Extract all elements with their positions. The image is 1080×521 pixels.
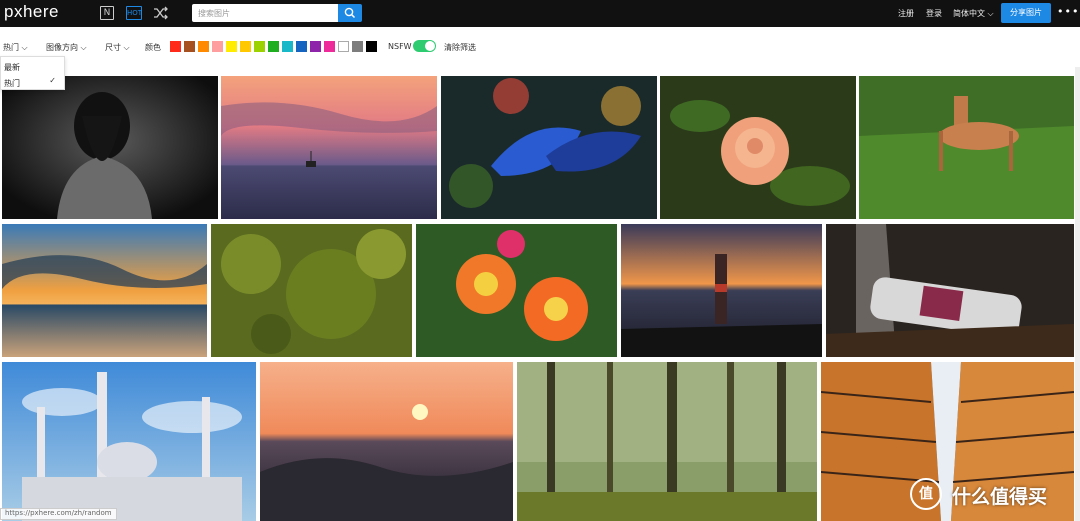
photo-mosque[interactable] — [2, 362, 256, 521]
size-filter[interactable]: 尺寸 ⌵ — [105, 42, 130, 53]
scrollbar[interactable] — [1075, 67, 1080, 521]
color-swatch[interactable] — [324, 41, 335, 52]
color-filter-label: 颜色 — [145, 43, 161, 52]
color-swatch[interactable] — [282, 41, 293, 52]
watermark-badge: 值 — [910, 478, 942, 510]
photo-ocean-wave[interactable] — [260, 362, 513, 521]
search-input[interactable] — [192, 4, 338, 22]
sort-filter[interactable]: 热门 ⌵ — [3, 42, 28, 53]
photo-smirnoff-bottle[interactable] — [826, 224, 1074, 357]
color-swatch[interactable] — [310, 41, 321, 52]
color-swatch[interactable] — [254, 41, 265, 52]
photo-woman-back[interactable] — [2, 76, 218, 219]
color-swatch[interactable] — [226, 41, 237, 52]
photo-lighthouse[interactable] — [621, 224, 822, 357]
register-link[interactable]: 注册 — [898, 8, 914, 19]
watermark-text: 什么值得买 — [952, 486, 1048, 508]
check-icon: ✓ — [49, 76, 56, 85]
nsfw-label: NSFW — [388, 42, 412, 51]
watermark: 值 什么值得买 — [908, 474, 1080, 514]
sort-option-popular[interactable]: 热门 — [4, 78, 20, 89]
photo-blue-leaf[interactable] — [441, 76, 657, 219]
search-icon — [344, 7, 356, 19]
photo-green-bush[interactable] — [211, 224, 412, 357]
color-swatch[interactable] — [366, 41, 377, 52]
status-bar-url: https://pxhere.com/zh/random — [0, 508, 117, 520]
login-link[interactable]: 登录 — [926, 8, 942, 19]
photo-sunset-beach[interactable] — [2, 224, 207, 357]
color-swatch[interactable] — [184, 41, 195, 52]
sort-option-latest[interactable]: 最新 — [4, 62, 20, 73]
color-swatch[interactable] — [296, 41, 307, 52]
photo-deer[interactable] — [859, 76, 1074, 219]
color-swatch[interactable] — [240, 41, 251, 52]
hot-icon[interactable]: HOT — [126, 6, 142, 20]
color-swatch[interactable] — [268, 41, 279, 52]
filter-bar: 热门 ⌵ 图像方向 ⌵ 尺寸 ⌵ 颜色 NSFW 清除筛选 — [0, 27, 1080, 67]
photo-peach-rose[interactable] — [660, 76, 856, 219]
top-bar: pxhere N HOT 注册 登录 简体中文 ⌵ 分享图片 ••• — [0, 0, 1080, 27]
color-swatch[interactable] — [170, 41, 181, 52]
photo-sunset-sailboat[interactable] — [221, 76, 437, 219]
color-swatch[interactable] — [352, 41, 363, 52]
sort-dropdown-menu: 最新 热门 ✓ — [0, 56, 65, 90]
shuffle-icon[interactable] — [153, 6, 169, 20]
color-swatch[interactable] — [338, 41, 349, 52]
orientation-filter[interactable]: 图像方向 ⌵ — [46, 42, 87, 53]
search-button[interactable] — [338, 4, 362, 22]
language-select[interactable]: 简体中文 ⌵ — [953, 8, 994, 19]
color-swatch[interactable] — [198, 41, 209, 52]
new-icon[interactable]: N — [100, 6, 114, 20]
more-menu-icon[interactable]: ••• — [1057, 5, 1079, 18]
clear-filters-link[interactable]: 清除筛选 — [444, 42, 476, 53]
share-photo-button[interactable]: 分享图片 — [1001, 3, 1051, 23]
logo[interactable]: pxhere — [4, 2, 59, 22]
photo-orange-lily[interactable] — [416, 224, 617, 357]
photo-misty-forest[interactable] — [517, 362, 817, 521]
nsfw-toggle[interactable] — [413, 40, 436, 52]
color-swatch[interactable] — [212, 41, 223, 52]
